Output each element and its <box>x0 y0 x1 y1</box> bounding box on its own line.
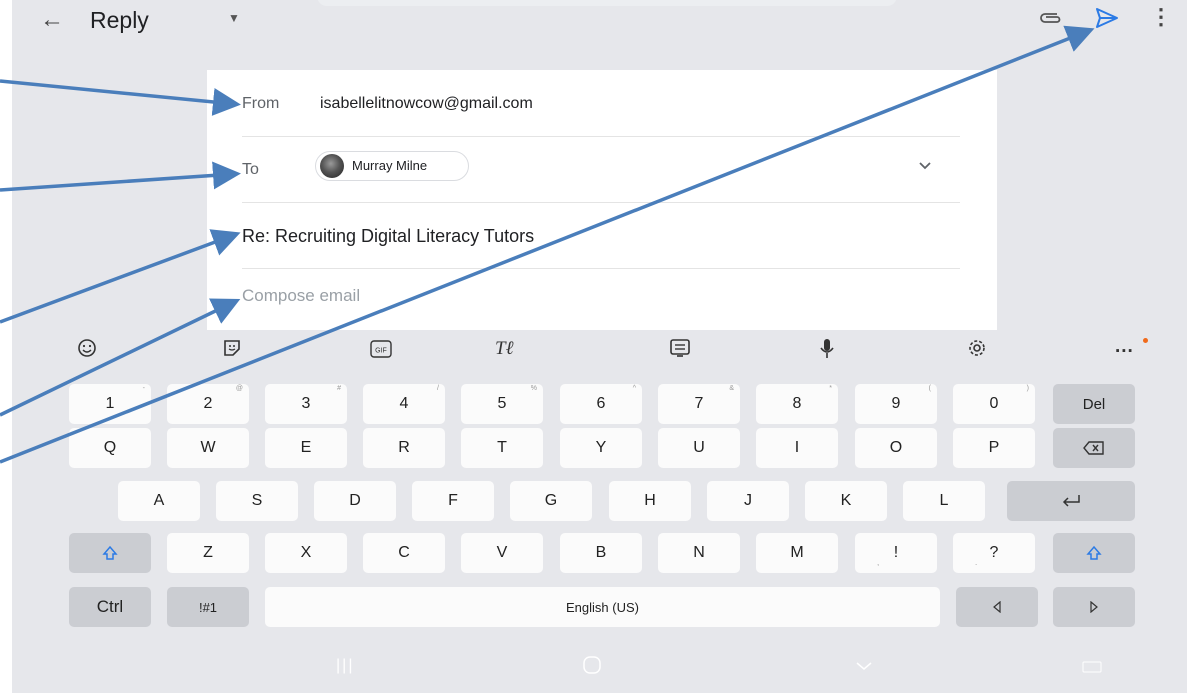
enter-key[interactable] <box>1007 481 1135 521</box>
compose-body-field[interactable]: Compose email <box>242 286 360 306</box>
to-row[interactable]: To Murray Milne <box>242 136 960 203</box>
system-nav-bar: ||| <box>12 640 1187 693</box>
key-question[interactable]: .? <box>953 533 1035 573</box>
from-label: From <box>242 95 280 112</box>
emoji-icon[interactable] <box>77 338 97 364</box>
more-vert-icon[interactable]: ⋮ <box>1150 4 1172 30</box>
key-3[interactable]: 3 # <box>265 384 347 424</box>
compose-card: From isabellelitnowcow@gmail.com To Murr… <box>207 70 997 332</box>
ctrl-key[interactable]: Ctrl <box>69 587 151 627</box>
key-b[interactable]: B <box>560 533 642 573</box>
key-0[interactable]: 0) <box>953 384 1035 424</box>
cursor-left-key[interactable] <box>956 587 1038 627</box>
key-j[interactable]: J <box>707 481 789 521</box>
key-o[interactable]: O <box>855 428 937 468</box>
key-e[interactable]: E <box>265 428 347 468</box>
arrow-left-icon[interactable]: ← <box>40 6 64 34</box>
from-row[interactable]: From isabellelitnowcow@gmail.com <box>242 70 960 137</box>
avatar <box>320 154 344 178</box>
chevron-down-icon[interactable] <box>918 158 932 174</box>
from-address: isabellelitnowcow@gmail.com <box>320 95 533 112</box>
subject-row[interactable]: Re: Recruiting Digital Literacy Tutors <box>242 202 960 269</box>
keyboard-toolbar: GIF Tℓ ... <box>12 330 1187 378</box>
key-l[interactable]: L <box>903 481 985 521</box>
key-f[interactable]: F <box>412 481 494 521</box>
key-x[interactable]: X <box>265 533 347 573</box>
key-k[interactable]: K <box>805 481 887 521</box>
key-1[interactable]: 1- <box>69 384 151 424</box>
keyboard-switch-icon[interactable] <box>1082 660 1102 678</box>
recipient-chip[interactable]: Murray Milne <box>315 151 469 181</box>
key-m[interactable]: M <box>756 533 838 573</box>
key-h[interactable]: H <box>609 481 691 521</box>
keyboard: GIF Tℓ ... 1- 2 @ 3 # 4/ 5% 6 ^ 7 & 8 * 9( 0)… <box>12 330 1187 693</box>
key-d[interactable]: D <box>314 481 396 521</box>
key-z[interactable]: Z <box>167 533 249 573</box>
key-w[interactable]: W <box>167 428 249 468</box>
key-7[interactable]: 7 & <box>658 384 740 424</box>
settings-icon[interactable] <box>967 338 987 364</box>
clipboard-icon[interactable] <box>669 338 691 364</box>
mic-icon[interactable] <box>819 338 835 366</box>
key-5[interactable]: 5% <box>461 384 543 424</box>
notification-dot <box>1143 338 1148 343</box>
delete-key[interactable]: Del <box>1053 384 1135 424</box>
enter-icon <box>1062 495 1080 507</box>
key-y[interactable]: Y <box>560 428 642 468</box>
gif-icon[interactable]: GIF <box>370 340 392 364</box>
key-9[interactable]: 9( <box>855 384 937 424</box>
triangle-right-icon <box>1090 601 1098 613</box>
triangle-left-icon <box>993 601 1001 613</box>
key-p[interactable]: P <box>953 428 1035 468</box>
key-6[interactable]: 6 ^ <box>560 384 642 424</box>
key-8[interactable]: 8 * <box>756 384 838 424</box>
backspace-icon <box>1083 441 1104 455</box>
key-s[interactable]: S <box>216 481 298 521</box>
key-v[interactable]: V <box>461 533 543 573</box>
key-g[interactable]: G <box>510 481 592 521</box>
cursor-right-key[interactable] <box>1053 587 1135 627</box>
key-exclaim[interactable]: ,! <box>855 533 937 573</box>
caret-down-icon[interactable]: ▼ <box>228 11 240 25</box>
more-horiz-icon[interactable]: ... <box>1115 336 1134 358</box>
key-4[interactable]: 4/ <box>363 384 445 424</box>
key-n[interactable]: N <box>658 533 740 573</box>
backspace-key[interactable] <box>1053 428 1135 468</box>
gif-label: GIF <box>375 348 387 355</box>
shift-key-right[interactable] <box>1053 533 1135 573</box>
handwriting-icon[interactable]: Tℓ <box>495 338 513 360</box>
recent-apps-icon[interactable]: ||| <box>336 657 354 675</box>
shift-key-left[interactable] <box>69 533 151 573</box>
sticker-icon[interactable] <box>222 338 242 364</box>
back-icon[interactable] <box>855 658 873 676</box>
key-2[interactable]: 2 @ <box>167 384 249 424</box>
key-u[interactable]: U <box>658 428 740 468</box>
send-icon[interactable] <box>1094 7 1120 34</box>
shift-icon <box>1086 545 1102 560</box>
space-key[interactable]: English (US) <box>265 587 940 627</box>
home-icon[interactable] <box>582 655 602 680</box>
paperclip-icon[interactable] <box>1037 9 1063 32</box>
subject-field[interactable]: Re: Recruiting Digital Literacy Tutors <box>242 226 534 247</box>
reply-title: Reply <box>90 7 149 33</box>
key-i[interactable]: I <box>756 428 838 468</box>
key-q[interactable]: Q <box>69 428 151 468</box>
key-r[interactable]: R <box>363 428 445 468</box>
shift-icon <box>102 545 118 560</box>
key-t[interactable]: T <box>461 428 543 468</box>
symbols-key[interactable]: !#1 <box>167 587 249 627</box>
key-c[interactable]: C <box>363 533 445 573</box>
key-a[interactable]: A <box>118 481 200 521</box>
app-bar: ← Reply ▼ ⋮ <box>12 0 1187 40</box>
email-reply-screen: ← Reply ▼ ⋮ From isabellelitnowcow@gmail… <box>12 0 1187 693</box>
recipient-name: Murray Milne <box>352 158 428 173</box>
status-pill <box>317 0 897 6</box>
to-label: To <box>242 161 259 178</box>
